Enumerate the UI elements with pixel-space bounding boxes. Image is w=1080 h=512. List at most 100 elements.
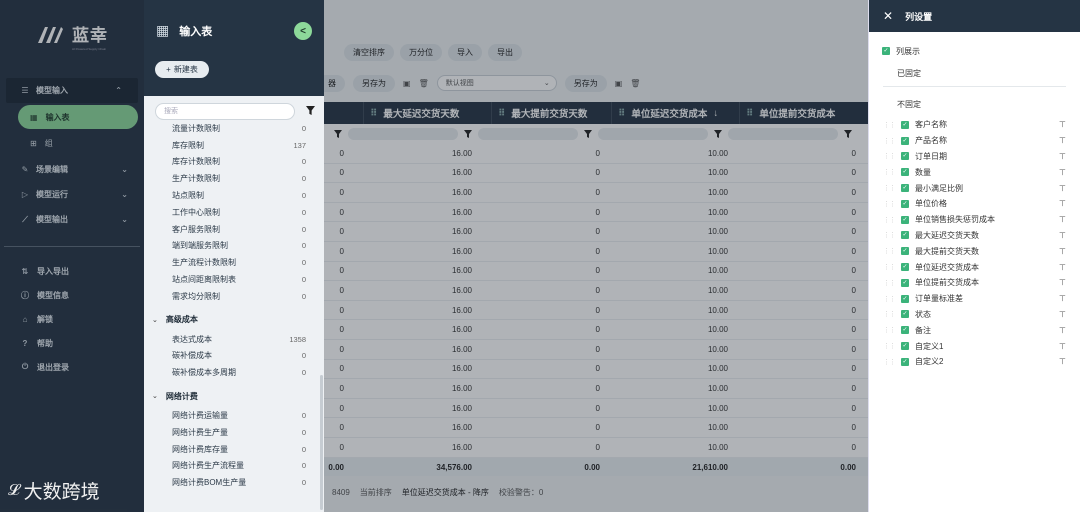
nav-sub-input-tables[interactable]: ▦ 输入表: [18, 105, 138, 129]
table-cell[interactable]: 0: [478, 149, 606, 158]
filter-icon[interactable]: [306, 106, 315, 115]
table-cell[interactable]: 10.00: [606, 188, 734, 197]
checkbox-checked-icon[interactable]: ✓: [901, 310, 909, 319]
table-cell[interactable]: 10.00: [606, 443, 734, 452]
table-cell[interactable]: 0: [324, 188, 350, 197]
nav-item-model-run[interactable]: ▷ 模型运行 ⌄: [0, 182, 144, 207]
table-cell[interactable]: 0: [734, 188, 862, 197]
column-header[interactable]: ⠿ 最大延迟交货天数: [364, 102, 492, 124]
table-row[interactable]: 0 16.00 0 10.00 0: [324, 281, 868, 301]
delete-icon[interactable]: 🗑: [419, 79, 429, 88]
sort-desc-icon[interactable]: ↓: [713, 108, 718, 119]
table-cell[interactable]: 16.00: [350, 266, 478, 275]
table-cell[interactable]: 0: [324, 443, 350, 452]
table-cell[interactable]: 0: [478, 247, 606, 256]
table-cell[interactable]: 10.00: [606, 306, 734, 315]
table-list-item[interactable]: 生产流程计数限制 0: [144, 254, 316, 271]
table-cell[interactable]: 0: [734, 306, 862, 315]
drag-handle-icon[interactable]: ⋮⋮: [883, 358, 901, 366]
new-table-button[interactable]: + 新建表: [155, 61, 209, 78]
clear-sort-button[interactable]: 清空排序: [344, 44, 394, 61]
filter-icon[interactable]: [844, 130, 852, 138]
pin-icon[interactable]: ⊤: [1059, 184, 1066, 193]
drag-handle-icon[interactable]: ⋮⋮: [883, 326, 901, 334]
column-setting-item[interactable]: ⋮⋮ ✓ 单位价格 ⊤: [869, 196, 1080, 212]
table-list-item[interactable]: 流量计数限制 0: [144, 120, 316, 137]
export-button[interactable]: 导出: [488, 44, 522, 61]
table-cell[interactable]: 16.00: [350, 168, 478, 177]
table-cell[interactable]: 0: [734, 384, 862, 393]
table-row[interactable]: 0 16.00 0 10.00 0: [324, 164, 868, 184]
nav-unlock[interactable]: ⌂ 解锁: [0, 307, 144, 331]
table-row[interactable]: 0 16.00 0 10.00 0: [324, 360, 868, 380]
table-search-input[interactable]: 搜索: [155, 103, 295, 120]
drag-handle-icon[interactable]: ⋮⋮: [883, 184, 901, 192]
table-row[interactable]: 0 16.00 0 10.00 0: [324, 222, 868, 242]
filter-icon[interactable]: [584, 130, 592, 138]
table-cell[interactable]: 0: [324, 325, 350, 334]
table-list-item[interactable]: 站点限制 0: [144, 187, 316, 204]
column-setting-item[interactable]: ⋮⋮ ✓ 最大延迟交货天数 ⊤: [869, 228, 1080, 244]
column-filter-input[interactable]: [478, 128, 578, 140]
column-setting-item[interactable]: ⋮⋮ ✓ 单位提前交货成本 ⊤: [869, 275, 1080, 291]
table-cell[interactable]: 0: [734, 227, 862, 236]
table-row[interactable]: 0 16.00 0 10.00 0: [324, 340, 868, 360]
checkbox-checked-icon[interactable]: ✓: [901, 278, 909, 287]
pin-icon[interactable]: ⊤: [1059, 136, 1066, 145]
table-cell[interactable]: 0: [734, 286, 862, 295]
checkbox-checked-icon[interactable]: ✓: [901, 357, 909, 366]
pin-icon[interactable]: ⊤: [1059, 120, 1066, 129]
drag-handle-icon[interactable]: ⋮⋮: [883, 200, 901, 208]
drag-handle-icon[interactable]: ⋮⋮: [883, 137, 901, 145]
column-setting-item[interactable]: ⋮⋮ ✓ 最小满足比例 ⊤: [869, 180, 1080, 196]
nav-logout[interactable]: ⏻ 退出登录: [0, 355, 144, 379]
validation-warnings[interactable]: 校验警告：0: [499, 487, 543, 498]
save-icon[interactable]: ▣: [403, 79, 411, 88]
table-cell[interactable]: 0: [324, 247, 350, 256]
table-cell[interactable]: 0: [734, 325, 862, 334]
table-cell[interactable]: 10.00: [606, 286, 734, 295]
checkbox-checked-icon[interactable]: ✓: [901, 152, 909, 161]
table-cell[interactable]: 16.00: [350, 443, 478, 452]
filter-icon[interactable]: [714, 130, 722, 138]
column-setting-item[interactable]: ⋮⋮ ✓ 状态 ⊤: [869, 307, 1080, 323]
table-cell[interactable]: 0: [478, 188, 606, 197]
table-cell[interactable]: 0: [478, 266, 606, 275]
table-cell[interactable]: 0: [478, 325, 606, 334]
table-cell[interactable]: 10.00: [606, 423, 734, 432]
drag-handle-icon[interactable]: ⋮⋮: [883, 247, 901, 255]
pin-icon[interactable]: ⊤: [1059, 168, 1066, 177]
table-list-item[interactable]: 网络计费库存量 0: [144, 441, 316, 458]
table-cell[interactable]: 0: [478, 404, 606, 413]
checkbox-checked-icon[interactable]: ✓: [901, 294, 909, 303]
table-row[interactable]: 0 16.00 0 10.00 0: [324, 262, 868, 282]
table-cell[interactable]: 10.00: [606, 247, 734, 256]
drag-handle-icon[interactable]: ⋮⋮: [883, 342, 901, 350]
table-row[interactable]: 0 16.00 0 10.00 0: [324, 242, 868, 262]
table-cell[interactable]: 0: [324, 266, 350, 275]
table-cell[interactable]: 10.00: [606, 266, 734, 275]
table-cell[interactable]: 0: [324, 149, 350, 158]
table-group-header[interactable]: ⌄ 网络计费: [144, 385, 316, 407]
table-cell[interactable]: 0: [478, 227, 606, 236]
pin-icon[interactable]: ⊤: [1059, 326, 1066, 335]
checkbox-checked-icon[interactable]: ✓: [901, 326, 909, 335]
drag-handle-icon[interactable]: ⋮⋮: [883, 152, 901, 160]
table-row[interactable]: 0 16.00 0 10.00 0: [324, 320, 868, 340]
pin-icon[interactable]: ⊤: [1059, 278, 1066, 287]
table-cell[interactable]: 0: [734, 364, 862, 373]
table-list-item[interactable]: 表达式成本 1358: [144, 331, 316, 348]
table-cell[interactable]: 0: [478, 208, 606, 217]
table-cell[interactable]: 10.00: [606, 325, 734, 334]
table-row[interactable]: 0 16.00 0 10.00 0: [324, 183, 868, 203]
checkbox-checked-icon[interactable]: ✓: [901, 231, 909, 240]
table-cell[interactable]: 0: [734, 345, 862, 354]
checkbox-checked-icon[interactable]: ✓: [901, 215, 909, 224]
table-cell[interactable]: 0: [478, 423, 606, 432]
table-cell[interactable]: 10.00: [606, 364, 734, 373]
table-cell[interactable]: 0: [324, 345, 350, 354]
filter-button[interactable]: 器: [324, 74, 345, 92]
pin-icon[interactable]: ⊤: [1059, 247, 1066, 256]
column-header[interactable]: ⠿ 单位提前交货成本: [740, 102, 868, 124]
drag-handle-icon[interactable]: ⋮⋮: [883, 231, 901, 239]
